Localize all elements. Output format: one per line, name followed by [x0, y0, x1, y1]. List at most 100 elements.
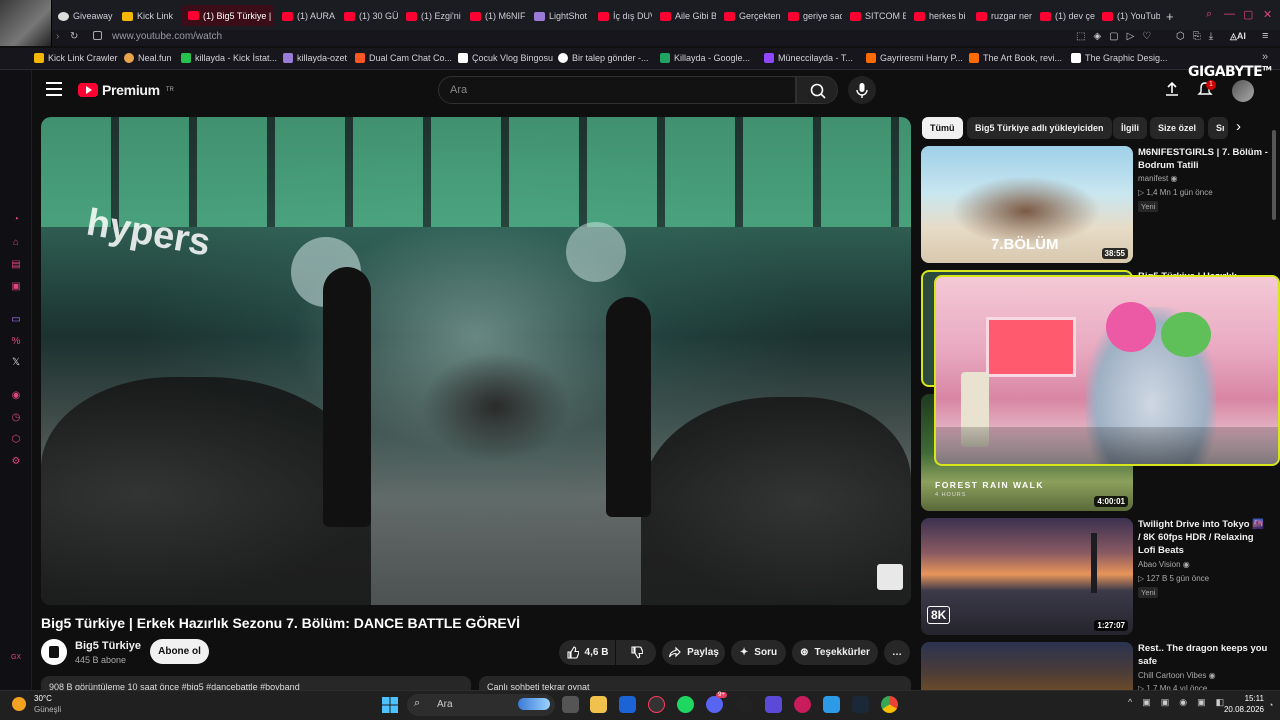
- tab-lightshot[interactable]: LightShot: [534, 6, 594, 26]
- bookmark-kick-crawler[interactable]: Kick Link Crawler: [34, 53, 118, 63]
- tab-youtube[interactable]: (1) YouTub: [1102, 6, 1160, 26]
- reload-icon[interactable]: ↻: [70, 31, 78, 42]
- bookmark-twitch[interactable]: Müneccilayda - T...: [764, 53, 853, 63]
- ai-button[interactable]: ◬AI: [1230, 31, 1246, 42]
- settings-icon[interactable]: ⚙: [10, 456, 22, 468]
- tab-geriye[interactable]: geriye sad: [788, 6, 842, 26]
- rec-thumbnail[interactable]: 8K 1:27:07: [921, 518, 1133, 635]
- bookmark-talep[interactable]: Bir talep gönder -...: [558, 53, 649, 63]
- tab-giveaway[interactable]: Giveaway: [58, 6, 116, 26]
- menu-icon[interactable]: ≡: [1262, 30, 1268, 42]
- aria-icon[interactable]: ◔: [10, 214, 22, 226]
- address-bar-actions[interactable]: ⬚◈▢▷♡: [1076, 31, 1159, 42]
- like-button[interactable]: 4,6 B: [559, 640, 615, 665]
- bookmark-neal-fun[interactable]: Neal.fun: [124, 53, 172, 63]
- bookmark-cocuk-vlog[interactable]: Çocuk Vlog Bingosu: [458, 53, 553, 63]
- chip-all[interactable]: Tümü: [922, 117, 963, 139]
- close-icon[interactable]: ✕: [1263, 8, 1272, 21]
- voice-search-button[interactable]: [848, 76, 876, 104]
- tab-ezgi[interactable]: (1) Ezgi'ni: [406, 6, 462, 26]
- lock-icon[interactable]: [93, 31, 102, 40]
- tab-ic-dis[interactable]: İç dış DUV: [598, 6, 652, 26]
- extensions-toolbar[interactable]: ⬡⎘⤓: [1176, 31, 1221, 42]
- notepad-icon[interactable]: [823, 696, 840, 713]
- tab-ruzgar[interactable]: ruzgar ner: [976, 6, 1032, 26]
- chip-from-uploader[interactable]: Big5 Türkiye adlı yükleyiciden: [967, 117, 1112, 139]
- bookmark-killayda-ozet[interactable]: killayda-ozet: [283, 53, 347, 63]
- shopping-icon[interactable]: ⌂: [10, 237, 22, 249]
- upload-icon[interactable]: [1164, 81, 1180, 97]
- url-field[interactable]: www.youtube.com/watch: [112, 30, 222, 44]
- percent-icon[interactable]: %: [10, 336, 22, 348]
- system-tray-icons[interactable]: ^▣▣◉▣◧: [1128, 697, 1234, 708]
- spotify-icon[interactable]: [677, 696, 694, 713]
- history-icon[interactable]: ◷: [10, 412, 22, 424]
- weather-sun-icon[interactable]: [12, 697, 26, 711]
- rec-thumbnail[interactable]: [921, 642, 1133, 690]
- rec-title[interactable]: M6NIFESTGIRLS | 7. Bölüm - Bodrum Tatili: [1138, 146, 1268, 172]
- maximize-icon[interactable]: ▢: [1243, 8, 1253, 21]
- windows-start-icon[interactable]: [382, 697, 398, 713]
- ask-button[interactable]: ✦ Soru: [731, 640, 786, 665]
- notification-center-icon[interactable]: ◔: [1268, 700, 1273, 710]
- bookmark-killayda-kick[interactable]: killayda - Kick İstat...: [181, 53, 277, 63]
- video-player[interactable]: hypers: [41, 117, 911, 605]
- steam-icon[interactable]: [852, 696, 869, 713]
- bookmark-dual-cam[interactable]: Dual Cam Chat Co...: [355, 53, 452, 63]
- tab-30-gun[interactable]: (1) 30 GÜ: [344, 6, 400, 26]
- gx-control-icon[interactable]: GX: [8, 652, 24, 664]
- app-grid-icon[interactable]: [765, 696, 782, 713]
- chip-partial[interactable]: Sı: [1208, 117, 1228, 139]
- player-icon[interactable]: ◉: [10, 390, 22, 402]
- youtube-music-icon[interactable]: ▣: [10, 281, 22, 293]
- opera-icon[interactable]: [794, 696, 811, 713]
- discord-icon[interactable]: [706, 696, 723, 713]
- minimize-icon[interactable]: —: [1224, 8, 1235, 20]
- rec-thumbnail[interactable]: 7.BÖLÜM 38:55: [921, 146, 1133, 263]
- profile-avatar[interactable]: [0, 0, 52, 46]
- subscribe-button[interactable]: Abone ol: [150, 639, 209, 664]
- extensions-icon[interactable]: ⬡: [10, 434, 22, 446]
- tab-dev[interactable]: (1) dev çe: [1040, 6, 1096, 26]
- tab-kick-link[interactable]: Kick Link: [122, 6, 178, 26]
- bookmark-harry-potter[interactable]: Gayriresmi Harry P...: [866, 53, 963, 63]
- twitch-icon[interactable]: ▭: [10, 314, 22, 326]
- capcut-icon[interactable]: [736, 696, 753, 713]
- account-avatar[interactable]: [1232, 80, 1254, 102]
- floating-webcam-overlay[interactable]: [934, 275, 1280, 466]
- search-tabs-icon[interactable]: ⌕: [1206, 8, 1212, 21]
- clock-time[interactable]: 15:11: [1234, 694, 1264, 703]
- tab-gercekten[interactable]: Gerçekten: [724, 6, 780, 26]
- rec-title[interactable]: Twilight Drive into Tokyo 🌆 / 8K 60fps H…: [1138, 518, 1268, 557]
- dislike-button[interactable]: [616, 640, 656, 665]
- forward-icon[interactable]: ›: [56, 31, 59, 42]
- channel-name[interactable]: Big5 Türkiye: [75, 640, 141, 652]
- scrollbar-thumb[interactable]: [1272, 130, 1276, 220]
- search-input[interactable]: Ara: [438, 76, 796, 104]
- thanks-button[interactable]: ⊛ Teşekkürler: [792, 640, 878, 665]
- channel-avatar[interactable]: [41, 639, 67, 665]
- tab-big5-active[interactable]: (1) Big5 Türkiye | E: [182, 5, 274, 26]
- bookmark-graphic-design[interactable]: The Graphic Desig...: [1071, 53, 1168, 63]
- messenger-icon[interactable]: ▤: [10, 259, 22, 271]
- rec-title[interactable]: Rest.. The dragon keeps you safe: [1138, 642, 1268, 668]
- tab-sitcom[interactable]: SITCOM E: [850, 6, 906, 26]
- chips-next-chevron-icon[interactable]: ›: [1236, 118, 1241, 135]
- bookmark-google-drive[interactable]: Killayda - Google...: [660, 53, 750, 63]
- hamburger-menu-icon[interactable]: [46, 82, 62, 96]
- youtube-premium-logo[interactable]: Premium TR: [78, 82, 174, 98]
- share-button[interactable]: Paylaş: [662, 640, 725, 665]
- x-icon[interactable]: 𝕏: [10, 357, 22, 369]
- chip-for-you[interactable]: Size özel: [1150, 117, 1205, 139]
- search-button[interactable]: [796, 76, 838, 104]
- more-actions-button[interactable]: …: [884, 640, 910, 665]
- opera-gx-icon[interactable]: [648, 696, 665, 713]
- bookmarks-overflow-icon[interactable]: »: [1262, 51, 1268, 63]
- tab-aura[interactable]: (1) AURA: [282, 6, 338, 26]
- chip-related[interactable]: İlgili: [1113, 117, 1147, 139]
- tab-herkes[interactable]: herkes bi: [914, 6, 968, 26]
- file-explorer-icon[interactable]: [590, 696, 607, 713]
- channel-watermark-button[interactable]: [877, 564, 903, 590]
- weather-temp[interactable]: 30°C: [34, 694, 52, 703]
- tab-aile-gibi[interactable]: Aile Gibi B: [660, 6, 716, 26]
